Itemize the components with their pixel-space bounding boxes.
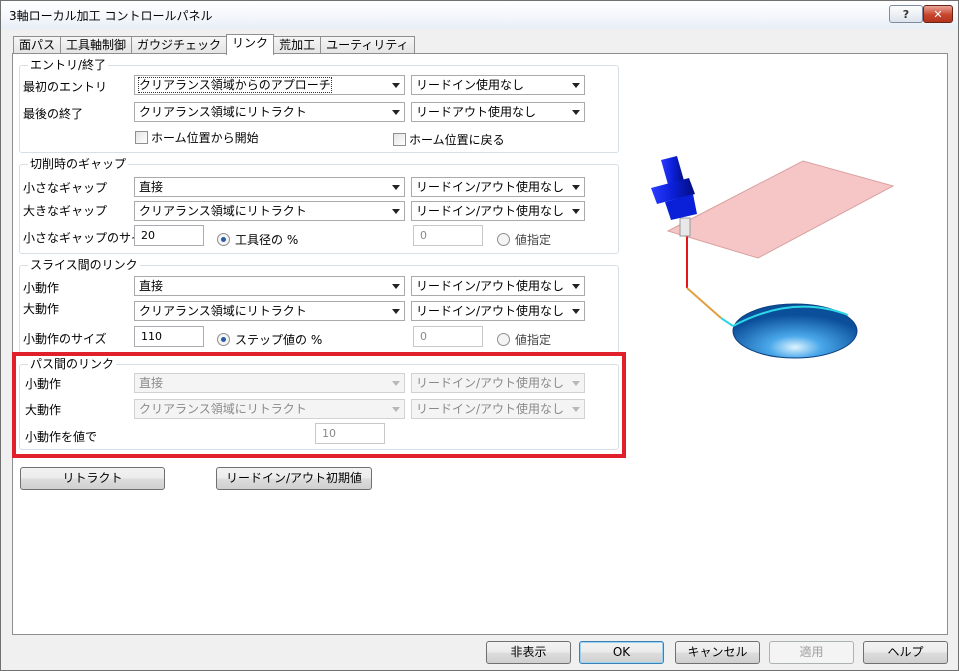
radio-dot [497,333,510,346]
tab-strip: 面パス 工具軸制御 ガウジチェック リンク 荒加工 ユーティリティ [13,34,415,55]
group-title: スライス間のリンク [28,258,140,272]
last-exit-lead-dropdown[interactable]: リードアウト使用なし [411,102,585,122]
tool-shank [679,217,691,237]
cancel-button[interactable]: キャンセル [675,641,760,664]
lead-move-line [720,317,734,327]
start-from-home-checkbox[interactable]: ホーム位置から開始 [135,129,259,146]
chevron-down-icon [392,110,400,115]
chevron-down-icon [572,309,580,314]
small-gap-lead-dropdown[interactable]: リードイン/アウト使用なし [411,177,585,197]
first-entry-label: 最初のエントリ [23,80,108,94]
chevron-down-icon [392,185,400,190]
small-gap-dropdown[interactable]: 直接 [134,177,405,197]
radio-dot [217,333,230,346]
last-exit-dropdown[interactable]: クリアランス領域にリトラクト [134,102,405,122]
chevron-down-icon [572,284,580,289]
group-title: 切削時のギャップ [28,157,129,171]
slice-large-lead-dropdown[interactable]: リードイン/アウト使用なし [411,301,585,321]
slice-small-move-dropdown[interactable]: 直接 [134,276,405,296]
slice-value-radio[interactable]: 値指定 [497,331,551,348]
checkbox-box [393,133,406,146]
help-title-button[interactable]: ? [889,5,923,23]
tool-holder [651,156,697,220]
title-bar[interactable]: 3軸ローカル加工 コントロールパネル ? ✕ [1,1,958,29]
chevron-down-icon [392,83,400,88]
first-entry-dropdown[interactable]: クリアランス領域からのアプローチ [134,75,405,95]
first-entry-lead-dropdown[interactable]: リードイン使用なし [411,75,585,95]
radio-dot [217,233,230,246]
lead-default-button[interactable]: リードイン/アウト初期値 [216,467,372,490]
radio-dot [497,233,510,246]
dialog-window: 3軸ローカル加工 コントロールパネル ? ✕ 面パス 工具軸制御 ガウジチェック… [0,0,959,671]
small-move-size-label: 小動作のサイズ [23,332,107,346]
chevron-down-icon [572,83,580,88]
chevron-down-icon [392,209,400,214]
step-percent-radio[interactable]: ステップ値の % [217,331,322,348]
stock-plane [666,160,895,259]
hide-button[interactable]: 非表示 [486,641,571,664]
highlight-box [12,352,626,458]
link-move-line [686,287,722,319]
tool-diameter-percent-radio[interactable]: 工具径の % [217,231,298,248]
return-home-checkbox[interactable]: ホーム位置に戻る [393,131,505,148]
chevron-down-icon [572,209,580,214]
chevron-down-icon [392,309,400,314]
small-gap-label: 小さなギャップ [23,181,108,195]
chevron-down-icon [572,110,580,115]
link-tab-panel: エントリ/終了 最初のエントリ クリアランス領域からのアプローチ リードイン使用… [12,53,948,635]
help-button[interactable]: ヘルプ [863,641,948,664]
large-gap-dropdown[interactable]: クリアランス領域にリトラクト [134,201,405,221]
retract-button[interactable]: リトラクト [20,467,165,490]
tab-link[interactable]: リンク [226,34,275,55]
gap-value-field[interactable]: 0 [413,225,483,246]
chevron-down-icon [572,185,580,190]
toolpath-preview [651,156,895,359]
apply-button[interactable]: 適用 [769,641,854,664]
small-move-size-field[interactable]: 110 [134,326,204,347]
close-button[interactable]: ✕ [923,5,953,23]
slice-small-move-label: 小動作 [23,281,60,295]
slice-small-lead-dropdown[interactable]: リードイン/アウト使用なし [411,276,585,296]
slice-large-move-label: 大動作 [23,302,60,316]
small-gap-size-field[interactable]: 20 [134,225,204,246]
window-title: 3軸ローカル加工 コントロールパネル [9,9,213,23]
slice-value-field[interactable]: 0 [413,326,483,347]
last-exit-label: 最後の終了 [23,107,84,121]
large-gap-lead-dropdown[interactable]: リードイン/アウト使用なし [411,201,585,221]
group-title: エントリ/終了 [28,58,109,72]
large-gap-label: 大きなギャップ [23,204,108,218]
chevron-down-icon [392,284,400,289]
ok-button[interactable]: OK [579,641,664,664]
slice-large-move-dropdown[interactable]: クリアランス領域にリトラクト [134,301,405,321]
gap-value-radio[interactable]: 値指定 [497,231,551,248]
checkbox-box [135,131,148,144]
